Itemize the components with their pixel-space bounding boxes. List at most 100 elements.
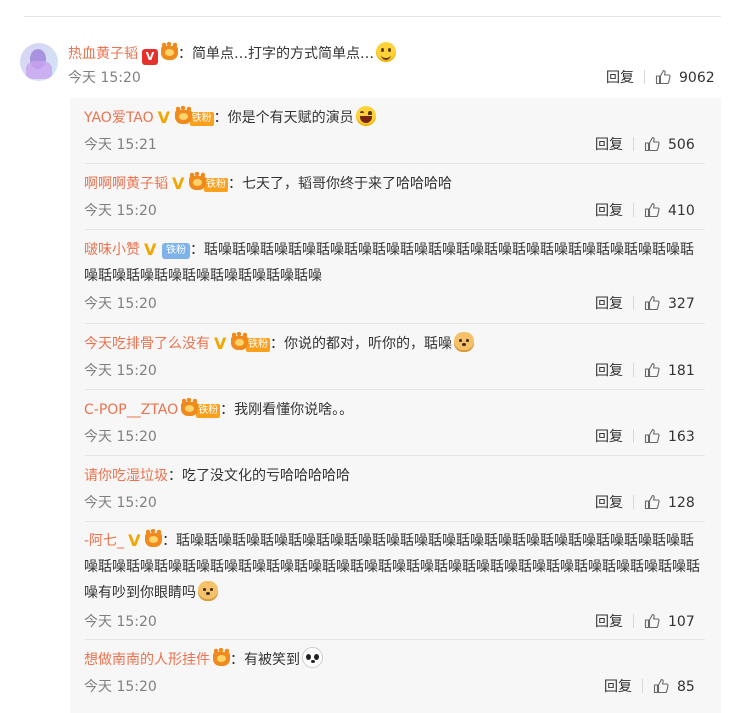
timestamp: 今天 15:20 bbox=[84, 203, 157, 219]
reply-text: ：有被笑到 bbox=[230, 652, 300, 668]
reply-actions: 回复 163 bbox=[595, 427, 695, 447]
divider bbox=[633, 614, 634, 628]
fan-badge: 铁粉 bbox=[189, 112, 214, 126]
reply-text: ：七天了，韬哥你终于来了哈哈哈哈 bbox=[228, 176, 452, 192]
reply-list: YAO爱TAO V 铁粉 ：你是个有天赋的演员 今天 15:21 回复 506 啊啊啊黄… bbox=[70, 98, 721, 713]
reply-actions: 回复 327 bbox=[595, 294, 695, 314]
thumb-up-icon[interactable] bbox=[644, 362, 660, 378]
divider bbox=[633, 363, 634, 377]
thumb-up-icon[interactable] bbox=[644, 295, 660, 311]
reply-button[interactable]: 回复 bbox=[595, 429, 623, 445]
reply-actions: 回复 85 bbox=[604, 677, 695, 697]
thumb-up-icon[interactable] bbox=[655, 69, 671, 85]
timestamp: 今天 15:20 bbox=[84, 495, 157, 511]
reply-text: ：我刚看懂你说啥。。 bbox=[220, 402, 354, 418]
reply-actions: 回复 181 bbox=[595, 361, 695, 381]
like-count: 506 bbox=[668, 137, 695, 153]
reply-content: 啊啊啊黄子韬 V 铁粉 ：七天了，韬哥你终于来了哈哈哈哈 bbox=[84, 171, 704, 197]
main-comment: 热血黄子韬 V ：简单点…打字的方式简单点… bbox=[68, 42, 396, 65]
crown-icon bbox=[213, 648, 230, 666]
reply-button[interactable]: 回复 bbox=[595, 614, 623, 630]
reply-button[interactable]: 回复 bbox=[604, 679, 632, 695]
verified-gold-icon: V bbox=[144, 240, 157, 259]
commenter-name[interactable]: 啵味小赞 bbox=[84, 242, 140, 258]
like-count: 163 bbox=[668, 429, 695, 445]
divider bbox=[642, 679, 643, 693]
like-count: 9062 bbox=[679, 70, 715, 86]
avatar[interactable] bbox=[20, 43, 58, 81]
like-count: 85 bbox=[677, 679, 695, 695]
divider bbox=[633, 137, 634, 151]
divider bbox=[633, 495, 634, 509]
reply-text: ：你是个有天赋的演员 bbox=[213, 110, 354, 126]
divider bbox=[633, 296, 634, 310]
reply-text: ：聒噪聒噪聒噪聒噪聒噪聒噪聒噪聒噪聒噪聒噪聒噪聒噪聒噪聒噪聒噪聒噪聒噪聒噪聒噪聒… bbox=[84, 533, 700, 601]
reply-content: C-POP__ZTAO 铁粉 ：我刚看懂你说啥。。 bbox=[84, 397, 704, 423]
commenter-name[interactable]: 热血黄子韬 bbox=[68, 46, 138, 62]
list-item: 请你吃湿垃圾：吃了没文化的亏哈哈哈哈哈 今天 15:20 回复 128 bbox=[70, 456, 721, 522]
comment-text: ：简单点…打字的方式简单点… bbox=[178, 46, 374, 62]
verified-gold-icon: V bbox=[172, 174, 185, 193]
list-item: 想做南南的人形挂件 ：有被笑到 今天 15:20 回复 85 bbox=[70, 640, 721, 713]
crown-icon bbox=[174, 106, 192, 124]
fan-badge: 铁粉 bbox=[204, 178, 228, 192]
thumb-up-icon[interactable] bbox=[653, 678, 669, 694]
crown-icon bbox=[145, 529, 163, 547]
reply-button[interactable]: 回复 bbox=[595, 363, 623, 379]
reply-actions: 回复 410 bbox=[595, 201, 695, 221]
reply-actions: 回复 506 bbox=[595, 135, 695, 155]
divider bbox=[24, 16, 721, 17]
commenter-name[interactable]: -阿七_ bbox=[84, 533, 124, 549]
thumb-up-icon[interactable] bbox=[644, 136, 660, 152]
verified-gold-icon: V bbox=[157, 108, 171, 127]
reply-actions: 回复 107 bbox=[595, 612, 695, 632]
fan-badge: 铁粉 bbox=[196, 404, 221, 418]
thumb-up-icon[interactable] bbox=[644, 494, 660, 510]
divider bbox=[633, 203, 634, 217]
commenter-name[interactable]: 啊啊啊黄子韬 bbox=[84, 176, 168, 192]
timestamp: 今天 15:20 bbox=[84, 429, 157, 445]
fan-badge: 铁粉 bbox=[246, 338, 270, 352]
timestamp: 今天 15:20 bbox=[84, 614, 157, 630]
reply-button[interactable]: 回复 bbox=[595, 137, 623, 153]
thumb-up-icon[interactable] bbox=[644, 613, 660, 629]
like-count: 107 bbox=[668, 614, 695, 630]
reply-content: -阿七_ V ：聒噪聒噪聒噪聒噪聒噪聒噪聒噪聒噪聒噪聒噪聒噪聒噪聒噪聒噪聒噪聒噪聒噪… bbox=[84, 528, 704, 606]
thumb-up-icon[interactable] bbox=[644, 202, 660, 218]
commenter-name[interactable]: 今天吃排骨了么没有 bbox=[84, 336, 210, 352]
reply-button[interactable]: 回复 bbox=[606, 70, 634, 86]
commenter-name[interactable]: YAO爱TAO bbox=[84, 110, 154, 126]
crown-icon bbox=[181, 398, 199, 416]
verified-red-icon: V bbox=[142, 49, 158, 65]
timestamp: 今天 15:20 bbox=[84, 296, 157, 312]
reply-content: YAO爱TAO V 铁粉 ：你是个有天赋的演员 bbox=[84, 105, 704, 131]
like-count: 410 bbox=[668, 203, 695, 219]
emoji-smile-icon bbox=[376, 42, 396, 62]
commenter-name[interactable]: 请你吃湿垃圾 bbox=[84, 468, 168, 484]
list-item: YAO爱TAO V 铁粉 ：你是个有天赋的演员 今天 15:21 回复 506 bbox=[70, 98, 721, 164]
list-item: 今天吃排骨了么没有 V 铁粉 ：你说的都对，听你的，聒噪 今天 15:20 回复 181 bbox=[70, 324, 721, 390]
verified-gold-icon: V bbox=[214, 334, 227, 353]
emoji-dog-icon bbox=[198, 581, 218, 601]
fan-badge: 铁粉 bbox=[162, 243, 190, 259]
reply-content: 啵味小赞 V 铁粉 ：聒噪聒噪聒噪聒噪聒噪聒噪聒噪聒噪聒噪聒噪聒噪聒噪聒噪聒噪聒噪聒噪… bbox=[84, 237, 704, 289]
commenter-name[interactable]: C-POP__ZTAO bbox=[84, 402, 178, 418]
reply-button[interactable]: 回复 bbox=[595, 296, 623, 312]
commenter-name[interactable]: 想做南南的人形挂件 bbox=[84, 652, 210, 668]
list-item: 啵味小赞 V 铁粉 ：聒噪聒噪聒噪聒噪聒噪聒噪聒噪聒噪聒噪聒噪聒噪聒噪聒噪聒噪聒噪聒噪… bbox=[70, 230, 721, 324]
crown-icon bbox=[161, 42, 178, 60]
timestamp: 今天 15:20 bbox=[68, 70, 141, 86]
timestamp: 今天 15:20 bbox=[84, 363, 157, 379]
reply-button[interactable]: 回复 bbox=[595, 495, 623, 511]
reply-button[interactable]: 回复 bbox=[595, 203, 623, 219]
emoji-laugh-icon bbox=[355, 106, 376, 126]
timestamp: 今天 15:20 bbox=[84, 679, 157, 695]
reply-content: 请你吃湿垃圾：吃了没文化的亏哈哈哈哈哈 bbox=[84, 463, 704, 489]
emoji-panda-icon bbox=[302, 647, 323, 668]
list-item: -阿七_ V ：聒噪聒噪聒噪聒噪聒噪聒噪聒噪聒噪聒噪聒噪聒噪聒噪聒噪聒噪聒噪聒噪聒噪… bbox=[70, 522, 721, 640]
crown-icon bbox=[189, 172, 206, 190]
reply-content: 想做南南的人形挂件 ：有被笑到 bbox=[84, 647, 704, 673]
reply-text: ：吃了没文化的亏哈哈哈哈哈 bbox=[168, 468, 350, 484]
like-count: 128 bbox=[668, 495, 695, 511]
thumb-up-icon[interactable] bbox=[644, 428, 660, 444]
